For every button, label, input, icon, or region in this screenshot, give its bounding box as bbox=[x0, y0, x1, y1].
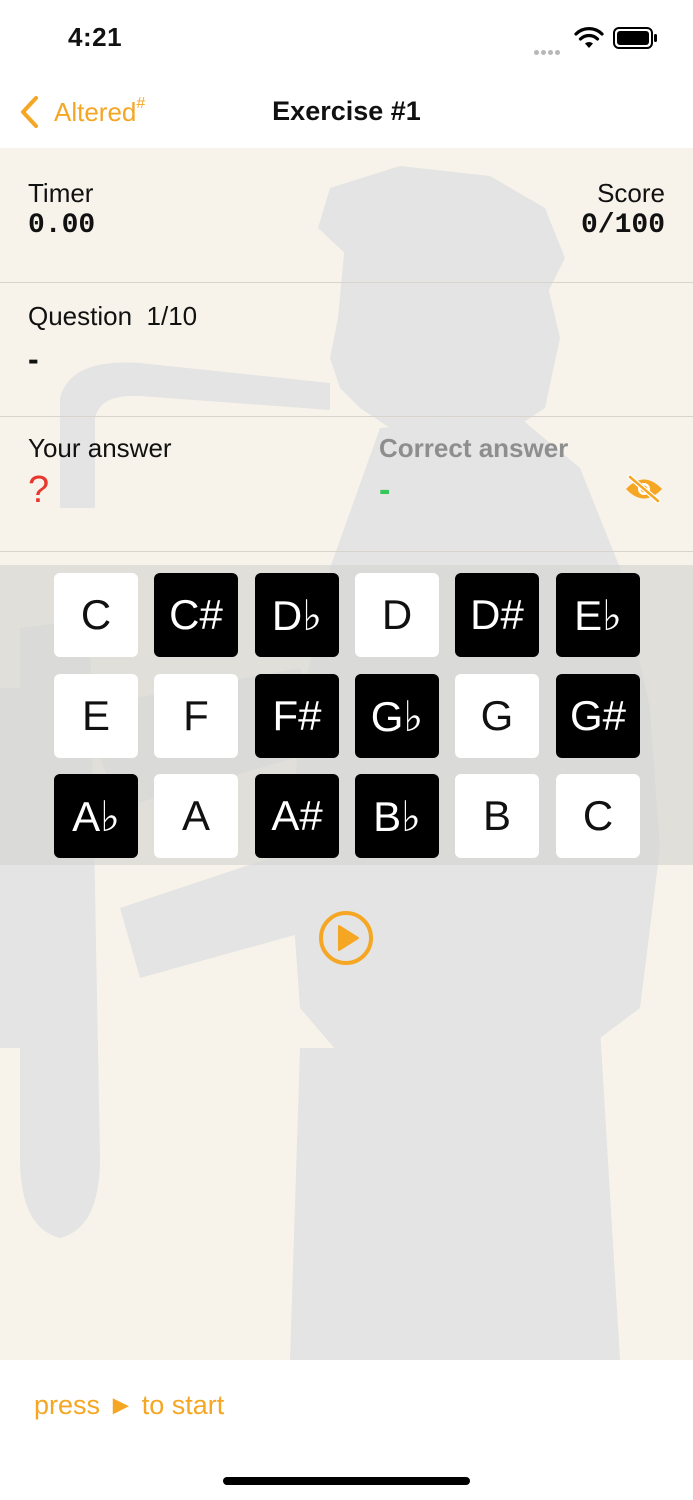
correct-answer-label: Correct answer bbox=[379, 433, 569, 463]
status-bar: 4:21 bbox=[0, 0, 693, 76]
navigation-bar: Altered# Exercise #1 bbox=[0, 76, 693, 148]
stats-row: Timer 0.00 Score 0/100 bbox=[0, 148, 693, 283]
note-key[interactable]: C bbox=[556, 774, 640, 858]
note-key-label: D bbox=[381, 591, 413, 638]
question-counter: 1/10 bbox=[146, 301, 198, 331]
note-key[interactable]: A bbox=[154, 774, 238, 858]
note-key[interactable]: A♭ bbox=[54, 774, 138, 858]
note-key[interactable]: C# bbox=[154, 573, 238, 657]
note-key[interactable]: G♭ bbox=[355, 674, 439, 758]
question-heading: Question 1/10 bbox=[28, 301, 197, 332]
question-row: Question 1/10 - bbox=[0, 283, 693, 417]
play-button[interactable] bbox=[318, 910, 374, 966]
eye-slash-icon[interactable] bbox=[624, 474, 664, 504]
exercise-content: Timer 0.00 Score 0/100 Question 1/10 - Y… bbox=[0, 148, 693, 1360]
note-key-label: G bbox=[480, 692, 514, 739]
correct-answer-value: - bbox=[379, 471, 391, 509]
note-key-label: C bbox=[582, 792, 614, 839]
note-key[interactable]: C bbox=[54, 573, 138, 657]
note-key-label: B♭ bbox=[373, 792, 421, 840]
note-key[interactable]: F# bbox=[255, 674, 339, 758]
note-key-label: E bbox=[81, 692, 110, 739]
footer: press ► to start bbox=[0, 1360, 693, 1500]
answer-row: Your answer ? Correct answer - bbox=[0, 417, 693, 552]
note-key[interactable]: G# bbox=[556, 674, 640, 758]
note-key[interactable]: B bbox=[455, 774, 539, 858]
note-key-label: F bbox=[183, 692, 209, 739]
timer-value: 0.00 bbox=[28, 210, 96, 241]
battery-icon bbox=[613, 27, 657, 49]
score-value: 0/100 bbox=[580, 210, 665, 241]
note-key-label: D# bbox=[470, 591, 524, 638]
your-answer-value: ? bbox=[28, 469, 50, 511]
note-key[interactable]: A# bbox=[255, 774, 339, 858]
timer-label: Timer bbox=[28, 178, 94, 208]
note-key[interactable]: E♭ bbox=[556, 573, 640, 657]
cellular-signal-icon bbox=[534, 42, 562, 60]
score-label: Score bbox=[597, 178, 665, 208]
wifi-icon bbox=[574, 27, 604, 48]
home-indicator[interactable] bbox=[223, 1477, 470, 1485]
note-key-label: A♭ bbox=[72, 792, 120, 840]
question-label: Question bbox=[28, 301, 133, 331]
start-hint: press ► to start bbox=[34, 1390, 225, 1420]
note-key[interactable]: D♭ bbox=[255, 573, 339, 657]
note-key-label: G# bbox=[569, 692, 627, 739]
note-key[interactable]: D bbox=[355, 573, 439, 657]
note-key-label: D♭ bbox=[271, 591, 323, 639]
note-key[interactable]: G bbox=[455, 674, 539, 758]
question-value: - bbox=[28, 341, 39, 377]
status-time: 4:21 bbox=[68, 22, 123, 52]
note-key-label: C bbox=[80, 591, 112, 638]
note-key-label: A bbox=[181, 792, 210, 839]
note-key-label: A# bbox=[271, 792, 323, 839]
note-key-label: G♭ bbox=[370, 692, 424, 740]
your-answer-label: Your answer bbox=[28, 433, 172, 463]
note-key[interactable]: D# bbox=[455, 573, 539, 657]
note-key[interactable]: E bbox=[54, 674, 138, 758]
note-key-label: E♭ bbox=[574, 591, 622, 639]
note-key-label: C# bbox=[169, 591, 223, 638]
note-key-label: F# bbox=[272, 692, 322, 739]
note-key[interactable]: F bbox=[154, 674, 238, 758]
note-keyboard: C C# D♭ D D# E♭ E F F# G♭ G G# A♭ A A# B… bbox=[0, 565, 693, 865]
note-key[interactable]: B♭ bbox=[355, 774, 439, 858]
page-title: Exercise #1 bbox=[272, 96, 421, 126]
note-key-label: B bbox=[482, 792, 511, 839]
